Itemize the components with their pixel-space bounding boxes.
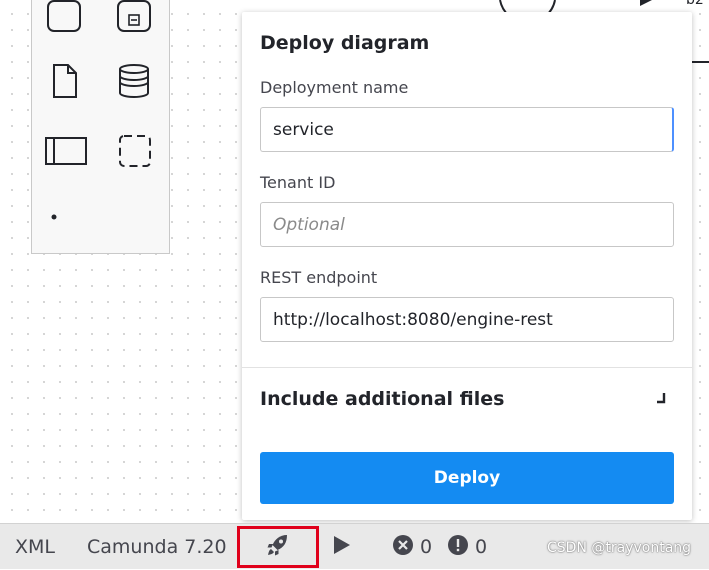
create-pool-icon[interactable] (44, 129, 88, 173)
dialog-title: Deploy diagram (260, 32, 430, 54)
start-instance-button[interactable] (332, 524, 352, 570)
deploy-diagram-dialog: Deploy diagram Deployment name Tenant ID… (242, 12, 692, 520)
deploy-button[interactable]: Deploy (260, 452, 674, 504)
error-icon (392, 534, 414, 561)
rest-endpoint-label: REST endpoint (260, 268, 378, 287)
engine-version-button[interactable]: Camunda 7.20 (87, 524, 227, 570)
error-count: 0 (420, 536, 433, 558)
xml-tab-button[interactable]: XML (15, 524, 55, 570)
warnings-indicator[interactable]: 0 (447, 524, 487, 570)
deployment-name-label: Deployment name (260, 78, 409, 97)
create-data-store-icon[interactable] (112, 59, 156, 103)
deployment-name-input[interactable] (260, 107, 674, 152)
deploy-toggle-button[interactable] (237, 526, 319, 568)
warning-count: 0 (475, 536, 488, 558)
errors-indicator[interactable]: 0 (392, 524, 432, 570)
tenant-id-label: Tenant ID (260, 173, 336, 192)
additional-files-section-title[interactable]: Include additional files (260, 388, 504, 410)
create-group-icon[interactable] (112, 129, 156, 173)
tenant-id-input[interactable] (260, 202, 674, 247)
section-divider (242, 367, 692, 368)
create-data-object-icon[interactable] (42, 59, 86, 103)
chevron-toggle-icon[interactable] (652, 390, 672, 410)
warning-icon (447, 534, 469, 561)
play-icon (332, 534, 352, 561)
more-tools-icon[interactable] (36, 193, 80, 237)
rocket-icon (265, 532, 291, 563)
watermark-text: CSDN @trayvontang (547, 540, 692, 556)
rest-endpoint-input[interactable] (260, 297, 674, 342)
tool-palette (31, 0, 170, 254)
create-subprocess-icon[interactable] (112, 0, 156, 41)
create-task-icon[interactable] (42, 0, 86, 41)
diagram-element-label: b2 (686, 0, 704, 8)
diagram-canvas[interactable]: b2 Deploy diagram Deployment name Tenant… (0, 0, 709, 523)
